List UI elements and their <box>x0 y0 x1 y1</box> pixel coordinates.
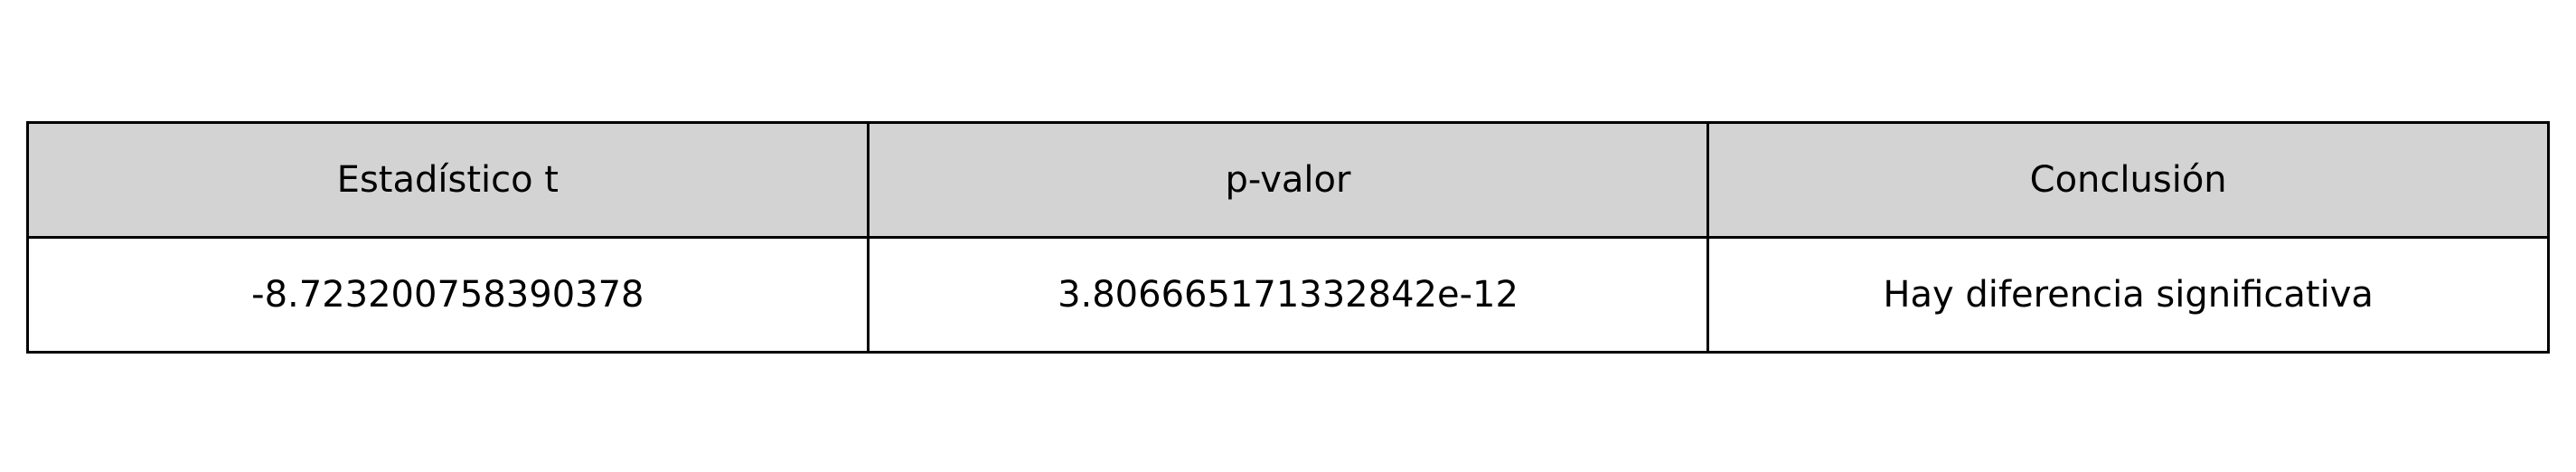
cell-t-statistic: -8.723200758390378 <box>26 236 870 354</box>
cell-p-value: 3.806665171332842e-12 <box>866 236 1710 354</box>
cell-conclusion: Hay diferencia significativa <box>1706 236 2550 354</box>
table-body: -8.723200758390378 3.806665171332842e-12… <box>26 236 2550 354</box>
results-table: Estadístico t p-valor Conclusión -8.7232… <box>26 121 2550 354</box>
results-table-container: Estadístico t p-valor Conclusión -8.7232… <box>26 121 2550 354</box>
header-row: Estadístico t p-valor Conclusión <box>26 121 2550 239</box>
table-header: Estadístico t p-valor Conclusión <box>26 121 2550 239</box>
table-row: -8.723200758390378 3.806665171332842e-12… <box>26 236 2550 354</box>
header-cell-t-statistic: Estadístico t <box>26 121 870 239</box>
header-cell-conclusion: Conclusión <box>1706 121 2550 239</box>
header-cell-p-value: p-valor <box>866 121 1710 239</box>
